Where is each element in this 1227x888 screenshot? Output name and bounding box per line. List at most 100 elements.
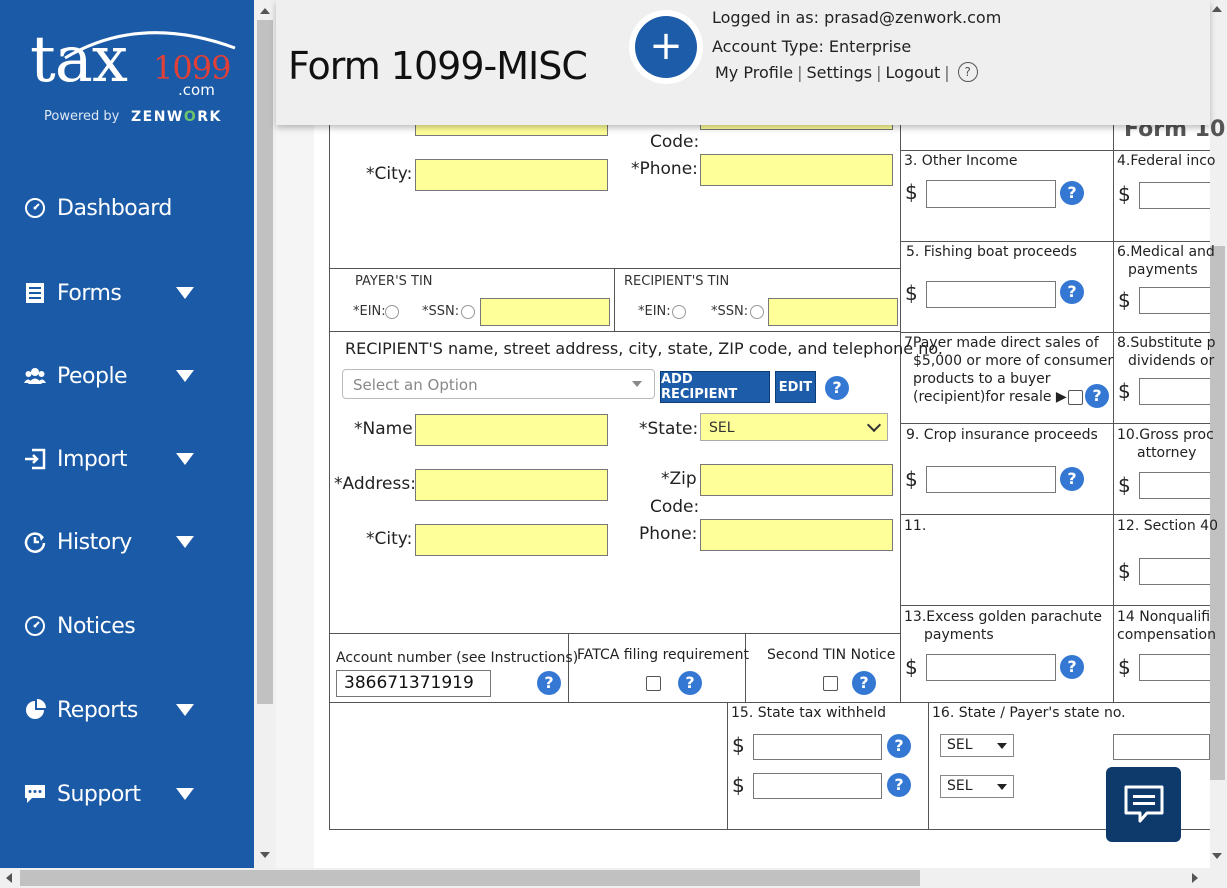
box7-label-2: $5,000 or more of consumer	[913, 353, 1114, 369]
scroll-right-arrow-icon[interactable]	[1192, 873, 1198, 883]
sidebar-item-notices[interactable]: Notices	[0, 606, 254, 646]
box13-help-icon[interactable]: ?	[1060, 655, 1084, 679]
sidebar-item-label: Import	[57, 446, 128, 472]
box5-help-icon[interactable]: ?	[1060, 280, 1084, 304]
account-type-label: Account Type: Enterprise	[712, 37, 912, 56]
box13-field[interactable]	[926, 654, 1056, 681]
payer-state-select-2[interactable]: SEL	[940, 775, 1014, 798]
payer-ein-label: *EIN:	[353, 304, 386, 319]
box14-field[interactable]	[1139, 654, 1210, 681]
box4-field[interactable]	[1139, 182, 1210, 209]
scroll-down-arrow-icon[interactable]	[260, 852, 270, 858]
recipient-select[interactable]: Select an Option	[342, 369, 655, 399]
payer-state-no-label: 16. State / Payer's state no.	[932, 705, 1126, 721]
second-tin-help-icon[interactable]: ?	[852, 671, 876, 695]
sidebar-item-import[interactable]: Import	[0, 439, 254, 479]
sidebar-item-label: Support	[57, 781, 141, 807]
recipient-tin-label: RECIPIENT'S TIN	[624, 274, 730, 289]
sidebar-item-label: Reports	[57, 697, 138, 723]
sidebar-item-reports[interactable]: Reports	[0, 690, 254, 730]
sidebar-item-dashboard[interactable]: Dashboard	[0, 188, 254, 228]
recipient-ein-radio[interactable]	[672, 305, 686, 319]
recipient-section-label: RECIPIENT'S name, street address, city, …	[345, 339, 943, 358]
state-tax-field-2[interactable]	[753, 773, 882, 799]
recipient-city-field[interactable]	[415, 524, 608, 556]
fatca-help-icon[interactable]: ?	[678, 671, 702, 695]
edit-recipient-button[interactable]: EDIT	[775, 371, 816, 403]
box5-field[interactable]	[926, 281, 1056, 308]
recipient-zip-code-label: Code:	[650, 497, 700, 517]
add-recipient-button[interactable]: ADD RECIPIENT	[660, 371, 770, 403]
sidebar-scrollbar-thumb[interactable]	[257, 20, 273, 704]
sidebar-item-support[interactable]: Support	[0, 774, 254, 814]
recipient-city-label: *City:	[366, 529, 413, 549]
recipient-state-select[interactable]: SEL	[700, 413, 888, 441]
box4-label: 4.Federal inco	[1117, 153, 1216, 169]
caret-down-icon	[176, 536, 194, 548]
account-help-icon[interactable]: ?	[537, 671, 561, 695]
box14-label-2: compensation	[1117, 627, 1216, 643]
box9-help-icon[interactable]: ?	[1060, 467, 1084, 491]
sidebar-item-history[interactable]: History	[0, 522, 254, 562]
box6-field[interactable]	[1139, 287, 1210, 314]
dollar-sign: $	[1118, 288, 1131, 312]
fatca-checkbox[interactable]	[646, 676, 661, 691]
scroll-left-arrow-icon[interactable]	[6, 873, 12, 883]
box10-field[interactable]	[1139, 472, 1210, 499]
state-tax-help-icon[interactable]: ?	[887, 773, 911, 797]
add-form-button[interactable]: +	[635, 16, 697, 78]
state-tax-help-icon[interactable]: ?	[887, 734, 911, 758]
logout-link[interactable]: Logout	[886, 63, 941, 82]
box7-checkbox[interactable]	[1068, 390, 1083, 405]
payer-ssn-radio[interactable]	[461, 305, 475, 319]
payer-phone-field[interactable]	[700, 154, 893, 186]
recipient-name-field[interactable]	[415, 414, 608, 446]
recipient-help-icon[interactable]: ?	[825, 376, 849, 400]
box9-field[interactable]	[926, 466, 1056, 493]
support-icon	[25, 785, 45, 803]
settings-link[interactable]: Settings	[807, 63, 873, 82]
recipient-ssn-radio[interactable]	[750, 305, 764, 319]
box3-help-icon[interactable]: ?	[1060, 181, 1084, 205]
recipient-address-field[interactable]	[415, 469, 608, 501]
box12-field[interactable]	[1139, 558, 1210, 585]
box6-label-2: payments	[1128, 262, 1198, 278]
payer-state-no-field-1[interactable]	[1113, 734, 1210, 760]
box7-help-icon[interactable]: ?	[1085, 384, 1109, 408]
sidebar-item-label: People	[57, 363, 128, 389]
chat-icon	[1124, 785, 1164, 823]
recipient-tin-field[interactable]	[768, 298, 898, 326]
box5-label: 5. Fishing boat proceeds	[906, 244, 1077, 260]
payer-city-field[interactable]	[415, 159, 608, 191]
payer-ein-radio[interactable]	[385, 305, 399, 319]
dollar-sign: $	[905, 281, 918, 305]
recipient-phone-field[interactable]	[700, 519, 893, 551]
people-icon	[24, 368, 46, 384]
state-tax-withheld-label: 15. State tax withheld	[731, 705, 886, 721]
payer-state-select-1-value: SEL	[947, 737, 973, 753]
link-separator: |	[944, 62, 950, 82]
help-circle-icon[interactable]: ?	[957, 62, 978, 82]
sidebar-item-label: Dashboard	[57, 195, 172, 221]
recipient-ssn-label: *SSN:	[711, 304, 749, 319]
payer-tin-field[interactable]	[480, 298, 610, 326]
recipient-zip-field[interactable]	[700, 464, 893, 496]
sidebar-item-people[interactable]: People	[0, 356, 254, 396]
account-number-label: Account number (see Instructions)	[336, 650, 579, 666]
sidebar-item-forms[interactable]: Forms	[0, 273, 254, 313]
my-profile-link[interactable]: My Profile	[715, 63, 793, 82]
scroll-up-arrow-icon[interactable]	[260, 8, 270, 14]
second-tin-checkbox[interactable]	[823, 676, 838, 691]
box3-field[interactable]	[926, 180, 1056, 208]
box14-label: 14 Nonqualifi	[1117, 609, 1211, 625]
payer-state-select-1[interactable]: SEL	[940, 734, 1014, 757]
state-tax-field-1[interactable]	[753, 734, 882, 760]
chat-button[interactable]	[1106, 767, 1181, 842]
payer-city-label: *City:	[366, 164, 413, 184]
horizontal-scrollbar-thumb[interactable]	[20, 870, 920, 886]
dollar-sign: $	[905, 655, 918, 679]
box8-field[interactable]	[1139, 378, 1210, 405]
recipient-address-label: *Address:	[334, 474, 416, 494]
account-number-field[interactable]: 386671371919	[336, 670, 491, 697]
fatca-label: FATCA filing requirement	[577, 647, 749, 663]
